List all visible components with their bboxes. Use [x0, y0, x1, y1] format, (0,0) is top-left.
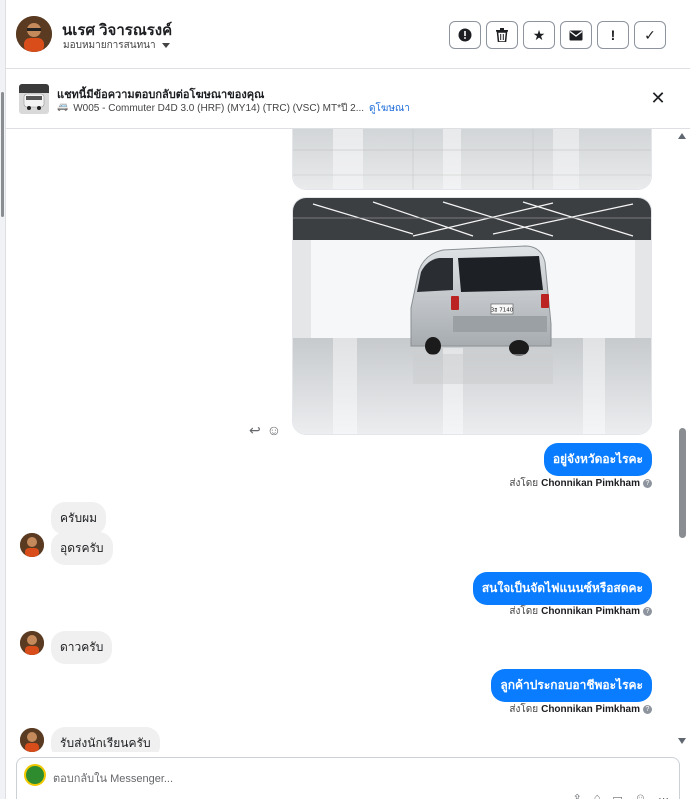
attach-icon[interactable]: ⇪ — [572, 792, 581, 799]
message-text: รับส่งนักเรียนครับ — [60, 736, 151, 750]
incoming-message[interactable]: อุดรครับ — [51, 532, 113, 565]
outgoing-message[interactable]: สนใจเป็นจัดไฟแนนซ์หรือสดคะ — [472, 572, 652, 605]
alert-circle-button[interactable] — [449, 21, 481, 49]
contact-avatar[interactable] — [16, 16, 52, 52]
alert-circle-icon — [458, 28, 472, 42]
contact-avatar-small[interactable] — [20, 533, 44, 557]
emoji-reaction-icon[interactable]: ☺ — [267, 422, 281, 439]
message-text: สนใจเป็นจัดไฟแนนซ์หรือสดคะ — [481, 581, 643, 595]
trash-icon — [496, 28, 508, 42]
sent-by-label: ส่งโดย Chonnikan Pimkham ? — [509, 702, 652, 717]
assign-label: มอบหมายการสนทนา — [63, 40, 156, 51]
sent-by-label: ส่งโดย Chonnikan Pimkham ? — [509, 604, 652, 619]
exclamation-icon: ! — [610, 27, 616, 43]
message-text: ดาวครับ — [60, 640, 104, 654]
emoji-icon[interactable]: ☺ — [635, 792, 646, 799]
message-reactions: ↩ ☺ — [249, 422, 281, 439]
message-text: ครับผม — [60, 511, 98, 525]
vehicle-photo-2[interactable]: 3ฮ 7140 — [292, 197, 652, 435]
thread-scrollbar[interactable] — [676, 129, 688, 752]
scroll-up-icon[interactable] — [678, 133, 686, 139]
message-text: ลูกค้าประกอบอาชีพอะไรคะ — [500, 678, 643, 692]
tag-icon[interactable]: ⌂ — [594, 792, 601, 799]
info-icon[interactable]: ? — [643, 705, 652, 714]
vehicle-photo-1[interactable] — [292, 129, 652, 190]
van-icon: 🚐 — [57, 101, 69, 111]
reply-input[interactable]: ตอบกลับใน Messenger... — [53, 769, 173, 787]
thread-scrollbar-thumb[interactable] — [679, 428, 686, 538]
message-text: อยู่จังหวัดอะไรคะ — [552, 452, 643, 466]
incoming-message[interactable]: ดาวครับ — [51, 631, 113, 664]
plate: 3ฮ 7140 — [491, 307, 514, 314]
outgoing-message[interactable]: ลูกค้าประกอบอาชีพอะไรคะ — [491, 669, 652, 702]
star-button[interactable]: ★ — [523, 21, 555, 49]
conversation-header: นเรศ วิจารณรงค์ มอบหมายการสนทนา ★ ! ✓ — [6, 0, 690, 69]
contact-avatar-small[interactable] — [20, 728, 44, 752]
left-scrollbar-thumb[interactable] — [1, 92, 4, 217]
sent-by-label: ส่งโดย Chonnikan Pimkham ? — [509, 476, 652, 491]
more-icon[interactable]: ⋯ — [658, 792, 669, 799]
message-thread[interactable]: 3ฮ 7140 ↩ ☺ อยู่จังหวัดอะไรคะ ส่งโดย Cho… — [6, 129, 690, 752]
sender-name: Chonnikan Pimkham — [541, 478, 640, 489]
assign-conversation-dropdown[interactable]: มอบหมายการสนทนา — [63, 38, 170, 53]
sender-name: Chonnikan Pimkham — [541, 606, 640, 617]
composer-tools: ⇪ ⌂ ▭ ☺ ⋯ — [572, 792, 669, 799]
ad-product-name: W005 - Commuter D4D 3.0 (HRF) (MY14) (TR… — [73, 103, 365, 114]
incoming-message[interactable]: รับส่งนักเรียนครับ — [51, 727, 160, 752]
mark-unread-button[interactable] — [560, 21, 592, 49]
header-actions: ★ ! ✓ — [449, 21, 666, 49]
ad-product-line: 🚐 W005 - Commuter D4D 3.0 (HRF) (MY14) (… — [57, 101, 410, 116]
info-icon[interactable]: ? — [643, 479, 652, 488]
outgoing-message[interactable]: อยู่จังหวัดอะไรคะ — [543, 443, 652, 476]
caret-down-icon — [161, 43, 170, 48]
message-text: อุดรครับ — [60, 541, 104, 555]
close-icon[interactable]: ✕ — [648, 89, 668, 109]
ad-thumbnail[interactable] — [19, 84, 49, 114]
contact-avatar-small[interactable] — [20, 631, 44, 655]
envelope-icon — [569, 30, 583, 40]
delete-button[interactable] — [486, 21, 518, 49]
reply-composer: ตอบกลับใน Messenger... ⇪ ⌂ ▭ ☺ ⋯ — [16, 757, 680, 799]
view-ad-link[interactable]: ดูโฆษณา — [369, 101, 410, 116]
sender-name: Chonnikan Pimkham — [541, 704, 640, 715]
check-icon: ✓ — [644, 26, 656, 43]
star-icon: ★ — [532, 26, 546, 43]
ad-reply-banner: แชทนี้มีข้อความตอบกลับต่อโฆษณาของคุณ 🚐 W… — [6, 69, 690, 129]
page-avatar — [24, 764, 46, 786]
image-icon[interactable]: ▭ — [612, 792, 622, 799]
spam-button[interactable]: ! — [597, 21, 629, 49]
incoming-message[interactable]: ครับผม — [51, 502, 107, 535]
info-icon[interactable]: ? — [643, 607, 652, 616]
reply-icon[interactable]: ↩ — [249, 422, 261, 439]
scroll-down-icon[interactable] — [678, 738, 686, 744]
mark-done-button[interactable]: ✓ — [634, 21, 666, 49]
